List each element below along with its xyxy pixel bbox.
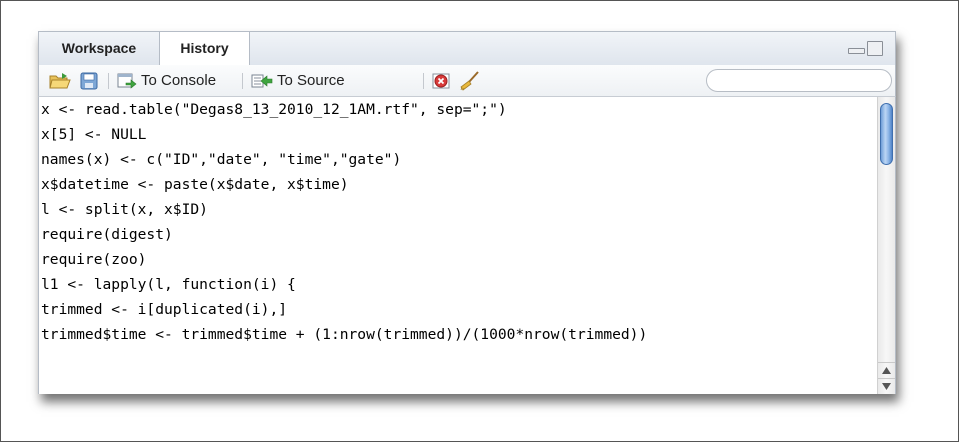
delete-icon <box>432 73 450 88</box>
arrow-up-icon <box>882 367 891 374</box>
to-console-label: To Console <box>141 72 217 89</box>
toolbar-divider <box>242 73 243 89</box>
history-entry[interactable]: names(x) <- c("ID","date", "time","gate"… <box>41 147 876 172</box>
open-folder-icon <box>49 72 71 88</box>
send-to-source-icon <box>251 74 273 87</box>
clear-history-button[interactable] <box>459 65 481 96</box>
history-entry[interactable]: trimmed$time <- trimmed$time + (1:nrow(t… <box>41 322 876 347</box>
history-entry[interactable]: l <- split(x, x$ID) <box>41 197 876 222</box>
history-entry[interactable]: x[5] <- NULL <box>41 122 876 147</box>
toolbar-divider <box>108 73 109 89</box>
history-entry[interactable]: l1 <- lapply(l, function(i) { <box>41 272 876 297</box>
tab-workspace[interactable]: Workspace <box>39 32 160 65</box>
send-to-console-icon <box>117 73 137 89</box>
minimize-pane-button[interactable] <box>847 41 865 54</box>
history-entry[interactable]: trimmed <- i[duplicated(i),] <box>41 297 876 322</box>
history-list: x <- read.table("Degas8_13_2010_12_1AM.r… <box>41 97 876 347</box>
history-entry[interactable]: x$datetime <- paste(x$date, x$time) <box>41 172 876 197</box>
history-pane: Workspace History To Console To Source x… <box>38 31 896 394</box>
arrow-down-icon <box>882 383 891 390</box>
history-toolbar: To Console To Source <box>38 65 896 97</box>
to-console-button[interactable]: To Console <box>117 65 216 96</box>
tab-bar: Workspace History <box>38 31 896 66</box>
tab-history[interactable]: History <box>160 31 250 66</box>
to-source-button[interactable]: To Source <box>251 65 345 96</box>
scroll-up-button[interactable] <box>878 362 895 378</box>
save-history-button[interactable] <box>80 65 98 96</box>
save-icon <box>80 72 98 89</box>
history-search-input[interactable] <box>706 69 892 92</box>
scroll-down-button[interactable] <box>878 378 895 394</box>
load-history-button[interactable] <box>49 65 71 96</box>
broom-icon <box>460 70 479 91</box>
maximize-pane-button[interactable] <box>867 41 883 56</box>
vertical-scrollbar[interactable] <box>877 97 895 394</box>
history-entry[interactable]: require(digest) <box>41 222 876 247</box>
history-entry[interactable]: require(zoo) <box>41 247 876 272</box>
remove-entries-button[interactable] <box>432 65 454 96</box>
history-content: x <- read.table("Degas8_13_2010_12_1AM.r… <box>38 97 896 394</box>
history-entry[interactable]: x <- read.table("Degas8_13_2010_12_1AM.r… <box>41 97 876 122</box>
to-source-label: To Source <box>277 72 345 89</box>
scrollbar-thumb[interactable] <box>880 103 893 165</box>
toolbar-divider <box>423 73 424 89</box>
